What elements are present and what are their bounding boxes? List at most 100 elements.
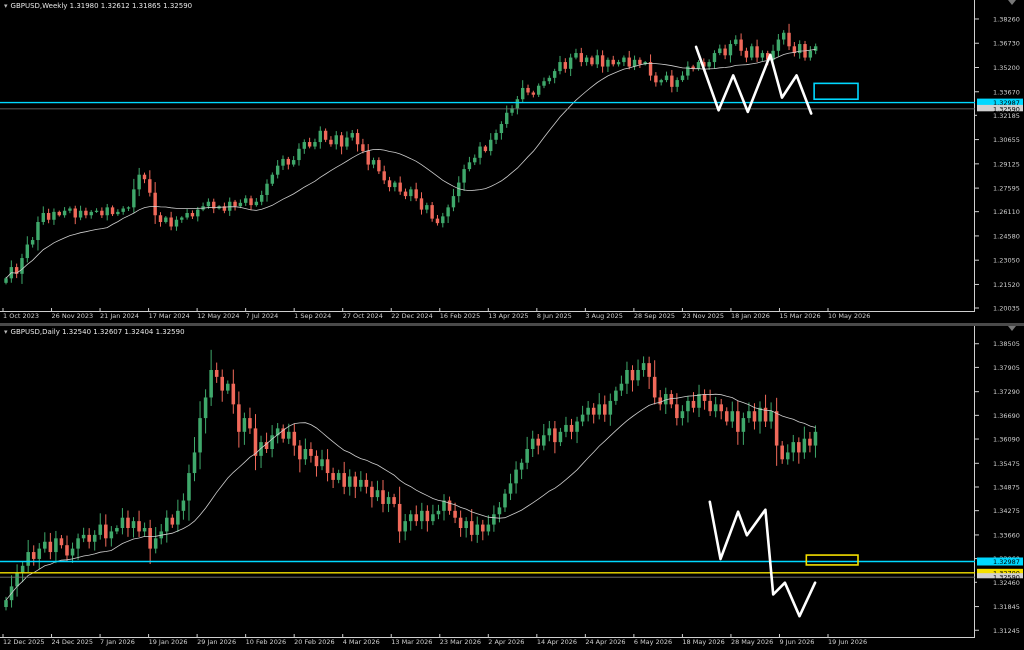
bull-candle <box>174 219 179 227</box>
bear-candle <box>329 139 333 145</box>
bear-candle <box>57 211 61 216</box>
bull-candle <box>81 534 86 539</box>
bear-candle <box>654 75 658 83</box>
bull-candle <box>334 135 338 145</box>
daily-chart-panel[interactable]: ▾ GBPUSD,Daily 1.32540 1.32607 1.32404 1.… <box>0 326 1024 650</box>
x-tick-label: 15 Mar 2026 <box>779 312 820 320</box>
bull-candle <box>336 473 341 480</box>
bear-candle <box>214 369 219 377</box>
bull-candle <box>547 428 552 436</box>
bull-candle <box>120 517 125 529</box>
bear-candle <box>142 174 147 180</box>
dropdown-triangle-icon[interactable]: ▾ <box>4 328 8 336</box>
bear-candle <box>563 62 568 69</box>
bull-candle <box>393 182 397 188</box>
bull-candle <box>105 207 109 216</box>
bull-candle <box>503 493 507 508</box>
bull-candle <box>238 202 243 207</box>
bear-candle <box>31 552 36 559</box>
y-tick-label: 1.34275 <box>993 507 1020 515</box>
bull-candle <box>37 548 42 559</box>
bull-candle <box>76 538 80 549</box>
bull-candle <box>813 431 818 446</box>
bull-candle <box>747 411 751 419</box>
bull-candle <box>525 448 529 463</box>
bear-candle <box>531 92 536 95</box>
bull-candle <box>126 207 131 209</box>
bull-candle <box>734 39 738 45</box>
dropdown-triangle-icon[interactable]: ▾ <box>4 2 8 10</box>
bear-candle <box>469 521 474 535</box>
bear-candle <box>691 400 696 408</box>
bull-candle <box>597 404 602 415</box>
bull-candle <box>270 174 275 184</box>
bull-candle <box>776 39 781 51</box>
bull-candle <box>686 400 690 412</box>
bull-candle <box>515 99 520 109</box>
bull-candle <box>552 71 557 78</box>
bear-candle <box>381 490 385 504</box>
bull-candle <box>225 383 230 391</box>
bear-candle <box>808 438 812 446</box>
bear-candle <box>797 442 801 453</box>
bull-candle <box>568 57 573 69</box>
bull-candle <box>109 531 114 539</box>
x-tick-label: 1 Oct 2023 <box>3 312 39 320</box>
bull-candle <box>625 369 629 384</box>
x-tick-label: 27 Oct 2024 <box>343 312 383 320</box>
bull-candle <box>313 142 317 147</box>
bull-candle <box>359 479 363 487</box>
x-tick-label: 10 Feb 2026 <box>246 638 286 646</box>
bear-candle <box>387 180 392 188</box>
x-tick-label: 16 Feb 2025 <box>440 312 480 320</box>
bear-candle <box>253 428 258 456</box>
bull-candle <box>769 411 773 422</box>
bull-candle <box>281 158 285 166</box>
bear-candle <box>148 179 152 193</box>
bull-candle <box>181 500 186 511</box>
bull-candle <box>462 169 466 183</box>
x-tick-label: 2 Apr 2026 <box>488 638 524 646</box>
bear-candle <box>419 198 424 210</box>
bear-candle <box>724 411 729 422</box>
bear-candle <box>286 158 291 165</box>
x-tick-label: 13 Mar 2026 <box>391 638 432 646</box>
bear-candle <box>569 424 574 432</box>
bear-candle <box>774 411 779 446</box>
bull-candle <box>98 524 103 535</box>
bull-candle <box>728 44 733 56</box>
weekly-chart-panel[interactable]: ▾ GBPUSD,Weekly 1.31980 1.32612 1.31865 1… <box>0 0 1024 323</box>
bear-candle <box>323 130 328 140</box>
y-tick-label: 1.38260 <box>993 15 1020 23</box>
bull-candle <box>486 524 491 532</box>
bear-candle <box>458 517 463 529</box>
target-box <box>813 82 859 101</box>
bull-candle <box>116 211 120 215</box>
bull-candle <box>94 210 99 212</box>
bear-candle <box>536 438 541 446</box>
y-tick-label: 1.36690 <box>993 412 1020 420</box>
bull-candle <box>750 46 754 58</box>
y-tick-label: 1.31845 <box>993 603 1020 611</box>
bear-candle <box>736 411 740 432</box>
bear-candle <box>65 545 69 556</box>
bull-candle <box>408 514 413 522</box>
bull-candle <box>350 133 354 138</box>
bull-candle <box>584 57 589 63</box>
bear-candle <box>231 383 236 405</box>
bull-candle <box>41 212 45 223</box>
x-tick-label: 20 Feb 2026 <box>294 638 334 646</box>
bull-candle <box>558 431 563 443</box>
bear-candle <box>377 160 381 172</box>
x-tick-label: 26 Nov 2023 <box>52 312 94 320</box>
x-tick-label: 8 Jun 2025 <box>537 312 572 320</box>
y-tick-label: 1.38505 <box>993 340 1020 348</box>
bear-candle <box>481 524 485 532</box>
bull-candle <box>680 75 685 81</box>
x-tick-label: 24 Apr 2026 <box>585 638 625 646</box>
bear-candle <box>59 538 64 546</box>
bull-candle <box>586 407 590 415</box>
x-tick-label: 29 Jan 2026 <box>197 638 236 646</box>
bear-candle <box>658 397 662 405</box>
bull-candle <box>791 442 796 453</box>
